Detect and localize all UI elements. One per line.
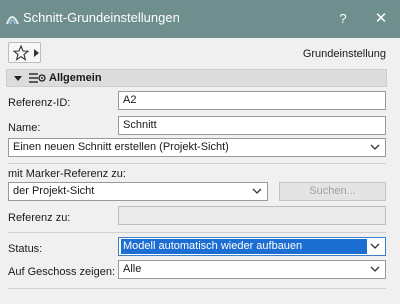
help-button[interactable]: ? (332, 8, 354, 30)
show-on-story-value: Alle (123, 263, 142, 275)
chevron-down-icon (252, 188, 262, 194)
reference-id-label: Referenz-ID: (8, 97, 71, 109)
status-value: Modell automatisch wieder aufbauen (121, 239, 367, 254)
marker-reference-dropdown[interactable]: der Projekt-Sicht (8, 182, 268, 201)
star-icon (13, 45, 29, 61)
show-on-story-label: Auf Geschoss zeigen: (8, 266, 116, 278)
title-bar: Schnitt-Grundeinstellungen ? ✕ (0, 0, 400, 38)
favorites-button[interactable] (8, 42, 41, 63)
chevron-right-icon (34, 49, 39, 57)
window-title: Schnitt-Grundeinstellungen (23, 10, 180, 25)
preset-label: Grundeinstellung (302, 48, 386, 60)
section-header-allgemein[interactable]: Allgemein (6, 69, 387, 87)
marker-reference-value: der Projekt-Sicht (13, 185, 95, 197)
reference-id-field[interactable]: A2 (118, 91, 386, 110)
marker-reference-label: mit Marker-Referenz zu: (8, 168, 126, 180)
section-settings-icon (29, 73, 46, 83)
name-field[interactable]: Schnitt (118, 116, 386, 135)
divider (8, 232, 386, 233)
chevron-down-icon (370, 144, 380, 150)
archicad-icon (6, 16, 19, 25)
chevron-down-icon (370, 266, 380, 272)
name-label: Name: (8, 122, 41, 134)
section-title: Allgemein (49, 72, 102, 84)
show-on-story-dropdown[interactable]: Alle (118, 260, 386, 279)
chevron-down-icon (370, 243, 380, 249)
reference-to-label: Referenz zu: (8, 212, 71, 224)
status-label: Status: (8, 243, 43, 255)
chevron-down-icon (14, 76, 22, 81)
close-button[interactable]: ✕ (370, 8, 392, 30)
reference-to-field[interactable] (118, 206, 386, 225)
status-dropdown[interactable]: Modell automatisch wieder aufbauen (118, 237, 386, 256)
create-mode-dropdown[interactable]: Einen neuen Schnitt erstellen (Projekt-S… (8, 138, 386, 157)
divider (8, 288, 386, 289)
divider (8, 163, 386, 164)
search-button[interactable]: Suchen... (279, 182, 386, 201)
create-mode-value: Einen neuen Schnitt erstellen (Projekt-S… (13, 141, 229, 153)
